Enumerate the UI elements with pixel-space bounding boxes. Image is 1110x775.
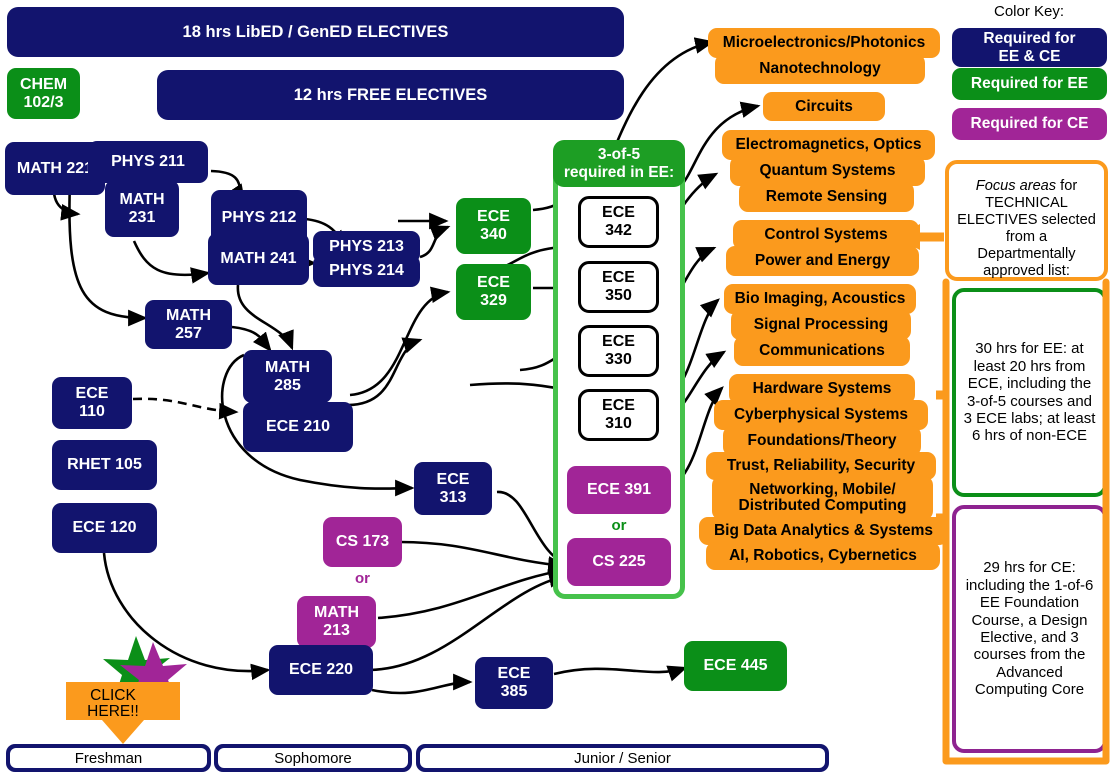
panel-ce-hours-note: 29 hrs for CE: including the 1-of-6 EE F… — [952, 505, 1107, 753]
course-phys-214[interactable]: PHYS 214 — [313, 255, 420, 287]
course-ece-350[interactable]: ECE 350 — [578, 261, 659, 313]
course-ece-385[interactable]: ECE 385 — [475, 657, 553, 709]
focus-area-ai-robotics-cybernetics: AI, Robotics, Cybernetics — [706, 542, 940, 570]
banner-libed-electives: 18 hrs LibED / GenED ELECTIVES — [7, 7, 624, 57]
click-here-label[interactable]: CLICK HERE!! — [58, 687, 168, 721]
year-bar-junior-senior: Junior / Senior — [416, 744, 829, 772]
focus-area-circuits: Circuits — [763, 92, 885, 121]
course-ece-120[interactable]: ECE 120 — [52, 503, 157, 553]
course-math-241[interactable]: MATH 241 — [208, 233, 309, 285]
banner-free-electives: 12 hrs FREE ELECTIVES — [157, 70, 624, 120]
focus-area-power-and-energy: Power and Energy — [726, 246, 919, 276]
course-cs-225[interactable]: CS 225 — [567, 538, 671, 586]
color-key-green: Required for EE — [952, 68, 1107, 100]
focus-area-nanotechnology: Nanotechnology — [715, 54, 925, 84]
course-chem-102-3[interactable]: CHEM 102/3 — [7, 68, 80, 119]
year-bar-freshman: Freshman — [6, 744, 211, 772]
year-bar-sophomore: Sophomore — [214, 744, 412, 772]
cs173-math213-or-label: or — [355, 570, 370, 587]
focus-areas-italic-text: Focus areas — [975, 178, 1057, 195]
three-of-five-header: 3-of-5 required in EE: — [553, 140, 685, 187]
course-ece-391[interactable]: ECE 391 — [567, 466, 671, 514]
course-ece-310[interactable]: ECE 310 — [578, 389, 659, 441]
course-ece-445[interactable]: ECE 445 — [684, 641, 787, 691]
course-ece-330[interactable]: ECE 330 — [578, 325, 659, 377]
course-ece-210[interactable]: ECE 210 — [243, 402, 353, 452]
panel-ee-hours-note: 30 hrs for EE: at least 20 hrs from ECE,… — [952, 288, 1107, 497]
course-phys-211[interactable]: PHYS 211 — [88, 141, 208, 183]
focus-area-networking-mobile-distributed: Networking, Mobile/ Distributed Computin… — [712, 476, 933, 520]
course-ece-313[interactable]: ECE 313 — [414, 462, 492, 515]
course-rhet-105[interactable]: RHET 105 — [52, 440, 157, 490]
course-ece-220[interactable]: ECE 220 — [269, 645, 373, 695]
ece391-cs225-or-label: or — [611, 517, 627, 534]
color-key-purple: Required for CE — [952, 108, 1107, 140]
course-math-231[interactable]: MATH 231 — [105, 180, 179, 237]
focus-area-big-data-analytics: Big Data Analytics & Systems — [699, 517, 948, 545]
panel-focus-areas-note: Focus areas for TECHNICAL ELECTIVES sele… — [945, 160, 1108, 281]
year-label-junior-senior: Junior / Senior — [420, 748, 825, 768]
course-math-285[interactable]: MATH 285 — [243, 350, 332, 403]
course-ece-342[interactable]: ECE 342 — [578, 196, 659, 248]
focus-area-communications: Communications — [734, 336, 910, 366]
year-label-freshman: Freshman — [10, 748, 207, 768]
course-cs-173[interactable]: CS 173 — [323, 517, 402, 567]
curriculum-flowchart: 18 hrs LibED / GenED ELECTIVES 12 hrs FR… — [0, 0, 1110, 775]
course-ece-110[interactable]: ECE 110 — [52, 377, 132, 429]
color-key-title: Color Key: — [993, 3, 1065, 20]
course-ece-329[interactable]: ECE 329 — [456, 264, 531, 320]
year-label-sophomore: Sophomore — [218, 748, 408, 768]
course-math-257[interactable]: MATH 257 — [145, 300, 232, 349]
color-key-navy: Required for EE & CE — [952, 28, 1107, 67]
course-math-213[interactable]: MATH 213 — [297, 596, 376, 648]
focus-area-remote-sensing: Remote Sensing — [739, 182, 914, 212]
course-ece-340[interactable]: ECE 340 — [456, 198, 531, 254]
